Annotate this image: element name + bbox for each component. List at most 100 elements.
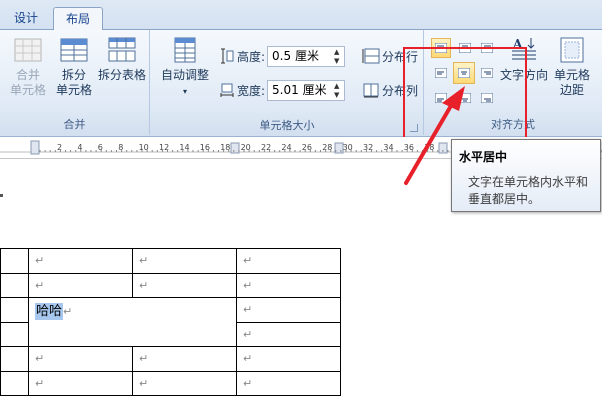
ruler-number: 38 <box>424 143 435 152</box>
selected-text[interactable]: 哈哈 <box>35 303 64 320</box>
page-corner-mark <box>0 194 3 197</box>
chevron-down-icon: ▾ <box>182 87 187 96</box>
split-table-button[interactable]: 拆分表格 <box>96 36 148 83</box>
width-row: 宽度: 5.01 厘米 ▲ ▼ <box>220 79 346 101</box>
split-table-icon <box>108 37 136 62</box>
cell-end-mark: ↵ <box>35 254 45 268</box>
highlight-box <box>403 47 527 147</box>
ribbon-tab-bar: 设计 布局 <box>0 0 602 31</box>
split-cells-label-1: 拆分 <box>61 68 86 82</box>
width-value: 5.01 厘米 <box>272 82 327 97</box>
merge-cells-label-2: 单元格 <box>9 83 46 97</box>
tab-layout[interactable]: 布局 <box>53 7 103 31</box>
table-cell[interactable]: ↵ <box>236 272 341 298</box>
table-cell[interactable]: ↵ <box>236 370 341 396</box>
ruler-number: 12 <box>159 143 170 152</box>
merge-cells-label-1: 合并 <box>15 68 40 82</box>
auto-fit-label: 自动调整 <box>160 68 209 82</box>
tooltip-title: 水平居中 <box>459 150 508 164</box>
ruler-number: 30 <box>342 143 353 152</box>
cell-end-mark: ↵ <box>35 278 45 292</box>
ruler-number: 22 <box>261 143 272 152</box>
ruler-number: 16 <box>199 143 210 152</box>
table-cell[interactable] <box>0 272 29 298</box>
ruler-number: 24 <box>281 143 292 152</box>
table-cell[interactable]: ↵ <box>236 248 341 274</box>
table-cell[interactable]: ↵ <box>28 370 133 396</box>
cell-end-mark: ↵ <box>243 303 253 317</box>
merge-cells-button[interactable]: 合并 单元格 <box>6 36 50 98</box>
width-label: 宽度: <box>237 83 266 98</box>
merge-group: 合并 单元格 拆分 单元格 拆分表格 合并 <box>0 30 150 135</box>
row-height-icon <box>221 48 234 64</box>
cell-margins-label-1: 单元格 <box>553 68 590 82</box>
ruler-number: 26 <box>301 143 312 152</box>
width-spinner[interactable]: 5.01 厘米 ▲ ▼ <box>267 79 346 101</box>
height-value: 0.5 厘米 <box>272 48 319 63</box>
cell-size-group-label: 单元格大小 <box>259 119 315 132</box>
table-row: ↵ ↵ ↵ <box>0 248 341 274</box>
table-cell[interactable]: ↵ <box>28 248 133 274</box>
cell-end-mark: ↵ <box>243 278 253 292</box>
table-cell[interactable]: ↵ <box>132 272 237 298</box>
table-cell[interactable]: ↵ <box>132 248 237 274</box>
height-spinner[interactable]: 0.5 厘米 ▲ ▼ <box>267 45 346 67</box>
table-cell[interactable]: ↵ <box>132 370 237 396</box>
table-row: ↵ ↵ ↵ <box>0 370 341 396</box>
ruler-number: 6 <box>97 143 103 152</box>
table-cell[interactable]: ↵ <box>132 346 237 372</box>
cell-end-mark: ↵ <box>35 352 45 366</box>
table-row: ↵ ↵ ↵ <box>0 272 341 298</box>
ruler-number: 34 <box>383 143 394 152</box>
word-table[interactable]: ↵ ↵ ↵ ↵ ↵ ↵ 哈哈↵ ↵ ↵ ↵ ↵ ↵ ↵ ↵ ↵ <box>0 248 341 396</box>
table-cell[interactable] <box>0 248 29 274</box>
distribute-columns-icon <box>363 83 379 98</box>
spin-arrows-icon[interactable]: ▲ ▼ <box>334 48 342 66</box>
height-row: 高度: 0.5 厘米 ▲ ▼ <box>220 45 346 67</box>
auto-fit-button[interactable]: 自动调整 ▾ <box>156 36 214 99</box>
spin-arrows-icon[interactable]: ▲ ▼ <box>334 82 342 100</box>
cell-end-mark: ↵ <box>243 327 253 341</box>
table-row: 哈哈↵ ↵ <box>0 297 341 347</box>
column-width-icon <box>220 83 234 97</box>
tooltip: 水平居中 文字在单元格内水平和垂直都居中。 <box>451 139 601 212</box>
table-cell[interactable]: ↵ <box>28 272 133 298</box>
ruler-number: 8 <box>118 143 124 152</box>
table-cell[interactable] <box>0 370 29 396</box>
cell-end-mark: ↵ <box>243 376 253 390</box>
cell-margins-icon <box>560 37 584 63</box>
table-cell[interactable]: ↵ <box>236 346 341 372</box>
distribute-rows-icon <box>362 48 380 64</box>
merge-cells-icon <box>14 38 42 62</box>
ruler-number: 20 <box>240 143 251 152</box>
split-cells-icon <box>60 38 88 62</box>
ruler-number: 32 <box>363 143 374 152</box>
tooltip-body: 文字在单元格内水平和垂直都居中。 <box>468 175 589 206</box>
table-cell[interactable] <box>0 321 29 347</box>
table-cell[interactable] <box>0 297 29 323</box>
cell-margins-button[interactable]: 单元格 边距 <box>549 36 595 98</box>
table-cell[interactable]: ↵ <box>28 346 133 372</box>
cell-margins-label-2: 边距 <box>559 83 584 97</box>
table-row: ↵ ↵ ↵ <box>0 346 341 372</box>
split-table-label: 拆分表格 <box>97 68 146 82</box>
cell-end-mark: ↵ <box>139 376 149 390</box>
auto-fit-icon <box>174 37 196 63</box>
table-cell[interactable]: ↵ <box>236 321 341 347</box>
cell-end-mark: ↵ <box>63 305 73 318</box>
cell-end-mark: ↵ <box>139 254 149 268</box>
table-cell[interactable]: ↵ <box>236 297 341 323</box>
tab-design[interactable]: 设计 <box>6 7 46 31</box>
merged-cell[interactable]: 哈哈↵ <box>28 297 237 347</box>
ribbon: 合并 单元格 拆分 单元格 拆分表格 合并 自动调整 ▾ 高度: 0.5 厘米 … <box>0 30 602 147</box>
cell-end-mark: ↵ <box>139 278 149 292</box>
cell-end-mark: ↵ <box>35 376 45 390</box>
table-cell[interactable] <box>0 346 29 372</box>
split-cells-button[interactable]: 拆分 单元格 <box>52 36 96 98</box>
split-cells-label-2: 单元格 <box>55 83 92 97</box>
ruler-number: 28 <box>322 143 333 152</box>
merge-group-label: 合并 <box>63 118 86 131</box>
ruler-number: 10 <box>138 143 149 152</box>
ruler-number: 4 <box>77 143 83 152</box>
ruler-number: 18 <box>220 143 231 152</box>
